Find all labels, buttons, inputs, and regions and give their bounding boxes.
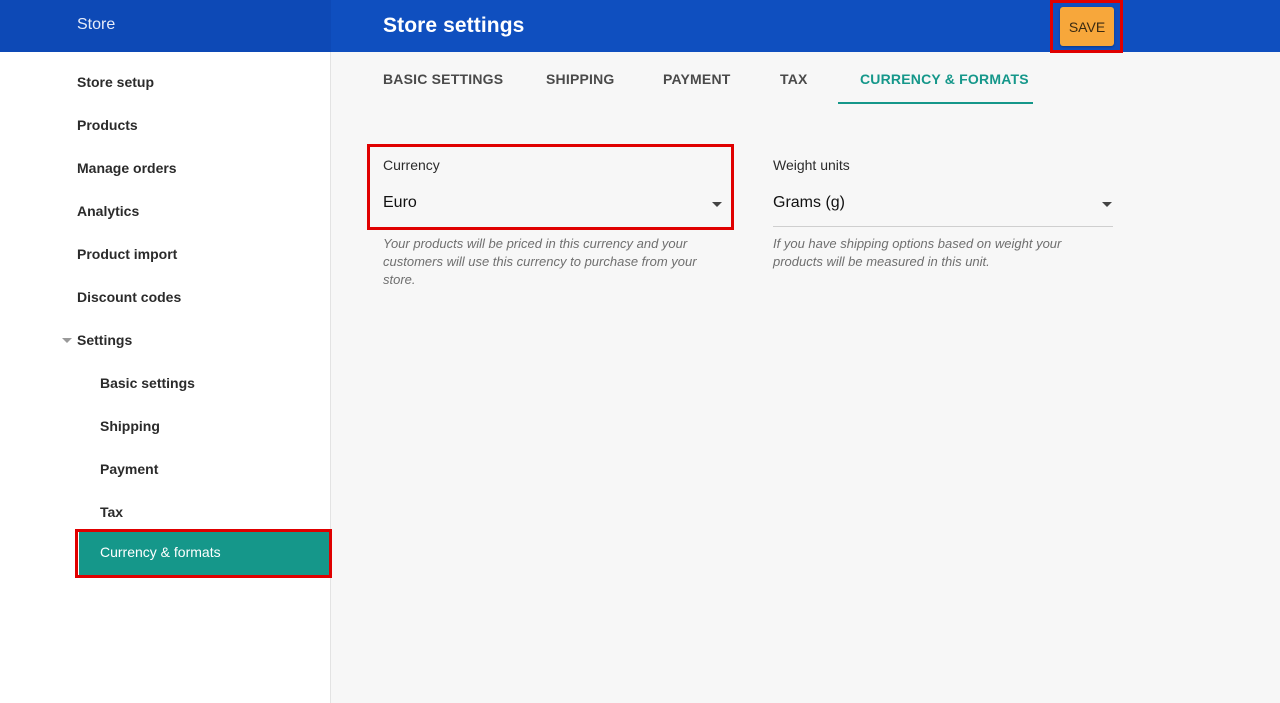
- tab-shipping[interactable]: SHIPPING: [546, 71, 615, 87]
- weight-units-dropdown-icon[interactable]: [1102, 202, 1112, 207]
- sidebar-item-manage-orders[interactable]: Manage orders: [77, 158, 177, 178]
- currency-helper-text: Your products will be priced in this cur…: [383, 236, 697, 287]
- sidebar-item-store-setup[interactable]: Store setup: [77, 72, 154, 92]
- chevron-down-icon[interactable]: [62, 338, 72, 343]
- sidebar-item-products[interactable]: Products: [77, 115, 138, 135]
- currency-select[interactable]: Euro: [383, 194, 417, 212]
- sidebar-item-analytics[interactable]: Analytics: [77, 201, 139, 221]
- tab-basic-settings[interactable]: BASIC SETTINGS: [383, 71, 503, 87]
- sidebar-item-settings[interactable]: Settings: [77, 330, 132, 350]
- sidebar-item-discount-codes[interactable]: Discount codes: [77, 287, 181, 307]
- top-app-bar: Store Store settings SAVE: [0, 0, 1280, 53]
- sidebar-active-highlight: [75, 529, 332, 578]
- sidebar-subitem-tax[interactable]: Tax: [100, 502, 123, 522]
- sidebar: Store setup Products Manage orders Analy…: [0, 52, 332, 703]
- currency-dropdown-icon[interactable]: [712, 202, 722, 207]
- sidebar-item-product-import[interactable]: Product import: [77, 244, 177, 264]
- tab-tax[interactable]: TAX: [780, 71, 808, 87]
- sidebar-subitem-basic-settings[interactable]: Basic settings: [100, 373, 195, 393]
- weight-units-underline: [773, 226, 1113, 227]
- weight-units-select[interactable]: Grams (g): [773, 194, 845, 212]
- weight-units-label: Weight units: [773, 157, 850, 173]
- sidebar-subitem-shipping[interactable]: Shipping: [100, 416, 160, 436]
- save-button[interactable]: SAVE: [1060, 7, 1114, 46]
- weight-units-helper-text: If you have shipping options based on we…: [773, 236, 1062, 269]
- sidebar-subitem-payment[interactable]: Payment: [100, 459, 158, 479]
- top-bar-sidebar-section: Store: [0, 0, 331, 52]
- currency-label: Currency: [383, 157, 440, 173]
- brand-label: Store: [77, 16, 116, 33]
- page-title: Store settings: [383, 14, 525, 37]
- tab-payment[interactable]: PAYMENT: [663, 71, 731, 87]
- active-tab-indicator: [838, 102, 1033, 104]
- tab-currency-formats[interactable]: CURRENCY & FORMATS: [860, 71, 1029, 87]
